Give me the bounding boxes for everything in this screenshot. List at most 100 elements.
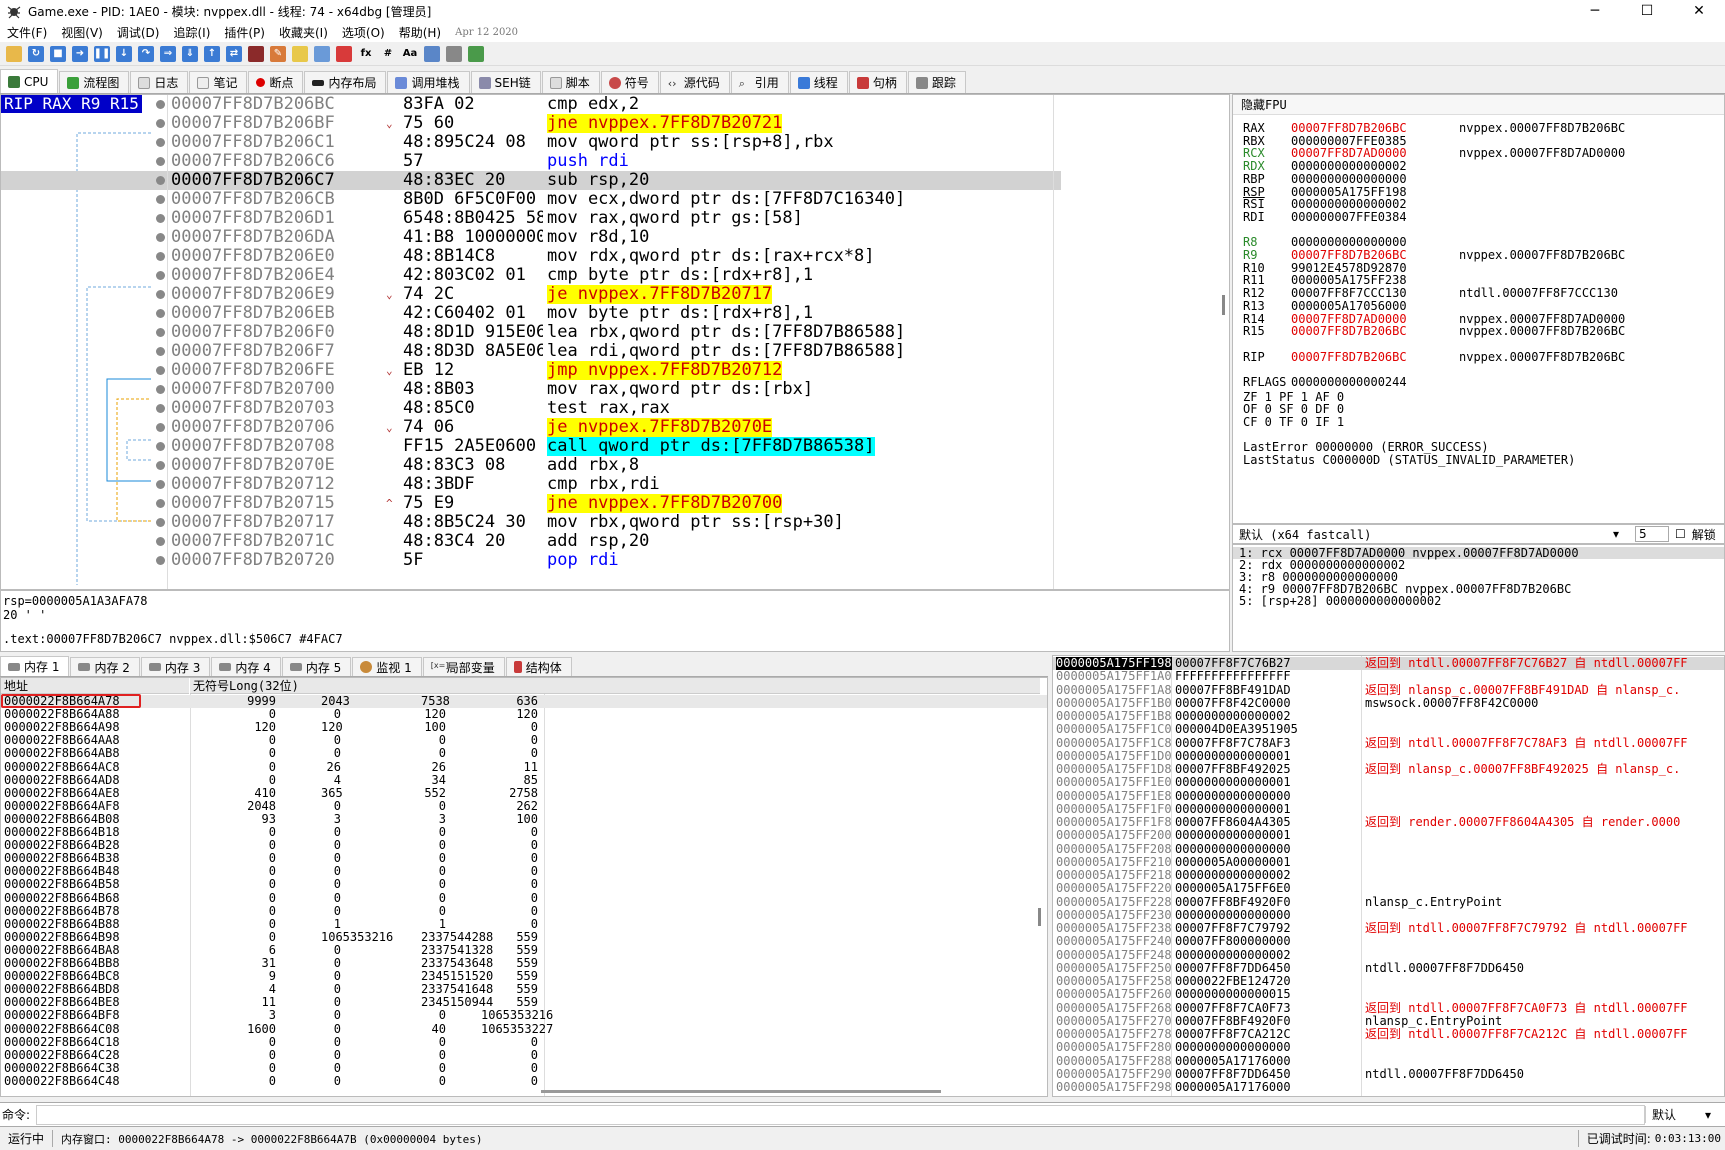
calculator-icon[interactable]	[424, 45, 440, 62]
tab-struct[interactable]: 结构体	[505, 657, 572, 676]
stack-row[interactable]: 0000005A175FF238 00007FF8F7C79792 返回到 ntdl…	[1053, 922, 1724, 935]
dump-row[interactable]: 0000022F8B664C38 0 0 0 0	[1, 1061, 1047, 1075]
breakpoint-dot[interactable]	[156, 100, 165, 109]
stop-icon[interactable]: ■	[50, 45, 66, 62]
chevron-down-icon[interactable]: ▾	[1613, 527, 1619, 541]
dump-row[interactable]: 0000022F8B664BC8 9 0 2345151520 559	[1, 970, 1047, 983]
stack-row[interactable]: 0000005A175FF1B8 0000000000000002	[1053, 710, 1724, 723]
stack-row[interactable]: 0000005A175FF1D0 0000000000000001	[1053, 749, 1724, 763]
dump-row[interactable]: 0000022F8B664AA8 0 0 0 0	[1, 734, 1047, 747]
label-icon[interactable]	[314, 45, 330, 62]
disasm-row[interactable]: 00007FF8D7B2071C 48:83C4 20 add rsp,20	[1, 532, 1061, 551]
menu-view[interactable]: 视图(V)	[54, 24, 110, 41]
arg-count-spinner[interactable]: 5	[1635, 526, 1670, 542]
dump-hscrollbar[interactable]	[541, 1090, 941, 1093]
run-icon[interactable]: ➜	[72, 45, 88, 62]
breakpoint-dot[interactable]	[156, 328, 165, 337]
stack-row[interactable]: 0000005A175FF250 00007FF8F7DD6450 ntdll.00…	[1053, 961, 1724, 975]
disasm-row[interactable]: 00007FF8D7B20717 48:8B5C24 30 mov rbx,qwor…	[1, 513, 1061, 532]
menu-options[interactable]: 选项(O)	[335, 24, 392, 41]
breakpoint-dot[interactable]	[156, 309, 165, 318]
tab-call-stack[interactable]: 调用堆栈	[387, 71, 470, 93]
breakpoint-dot[interactable]	[156, 442, 165, 451]
dump-row[interactable]: 0000022F8B664B48 0 0 0 0	[1, 865, 1047, 878]
stack-row[interactable]: 0000005A175FF1C8 00007FF8F7C78AF3 返回到 ntdl…	[1053, 736, 1724, 750]
dump-row[interactable]: 0000022F8B664B68 0 0 0 0	[1, 891, 1047, 905]
restart-icon[interactable]: ↻	[28, 45, 44, 62]
tab-notes[interactable]: 笔记	[189, 71, 248, 93]
stack-row[interactable]: 0000005A175FF1E8 0000000000000000	[1053, 789, 1724, 803]
tab-handles[interactable]: 句柄	[848, 71, 907, 93]
register-value[interactable]: 0000000000000244	[1291, 375, 1459, 389]
stack-row[interactable]: 0000005A175FF260 0000000000000015	[1053, 988, 1724, 1001]
stack-row[interactable]: 0000005A175FF1C0 000004D0EA3951905	[1053, 723, 1724, 736]
breakpoint-dot[interactable]	[156, 214, 165, 223]
tab-cpu[interactable]: CPU	[0, 69, 59, 93]
breakpoint-dot[interactable]	[156, 404, 165, 413]
disasm-row[interactable]: 00007FF8D7B206CB 8B0D 6F5C0F00 mov ecx,dwo…	[1, 190, 1061, 209]
dump-row[interactable]: 0000022F8B664B18 0 0 0 0	[1, 826, 1047, 839]
tab-memory-3[interactable]: 内存 3	[140, 657, 211, 676]
stack-row[interactable]: 0000005A175FF1F0 0000000000000001	[1053, 802, 1724, 816]
tab-trace[interactable]: 跟踪	[907, 71, 966, 93]
disasm-scrollbar[interactable]	[1222, 295, 1225, 315]
stack-row[interactable]: 0000005A175FF258 0000022FBE124720	[1053, 975, 1724, 988]
stack-row[interactable]: 0000005A175FF298 0000005A17176000	[1053, 1081, 1724, 1094]
dump-row[interactable]: 0000022F8B664B08 93 3 3 100	[1, 812, 1047, 826]
menu-file[interactable]: 文件(F)	[0, 24, 54, 41]
close-button[interactable]: ✕	[1673, 0, 1725, 22]
disasm-row[interactable]: 00007FF8D7B20700 48:8B03 mov rax,qword ptr…	[1, 380, 1061, 399]
dump-row[interactable]: 0000022F8B664BD8 4 0 2337541648 559	[1, 983, 1047, 996]
tab-symbols[interactable]: 符号	[600, 71, 659, 93]
breakpoint-dot[interactable]	[156, 157, 165, 166]
dump-row[interactable]: 0000022F8B664B98 0 1065353216 2337544288 559	[1, 930, 1047, 944]
tab-breakpoints[interactable]: 断点	[248, 71, 304, 93]
stack-row[interactable]: 0000005A175FF278 00007FF8F7CA212C 返回到 ntdl…	[1053, 1028, 1724, 1041]
stack-view[interactable]: 0000005A175FF198 00007FF8F7C76B27 返回到 ntdl…	[1052, 655, 1725, 1097]
dump-row[interactable]: 0000022F8B664A98 120 120 100 0	[1, 721, 1047, 734]
disasm-row[interactable]: 00007FF8D7B2070E 48:83C3 08 add rbx,8	[1, 456, 1061, 475]
disasm-row[interactable]: 00007FF8D7B20703 48:85C0 test rax,rax	[1, 399, 1061, 418]
disasm-row[interactable]: 00007FF8D7B20708 FF15 2A5E0600 call qword …	[1, 437, 1061, 456]
comment-icon[interactable]	[292, 45, 308, 62]
stack-row[interactable]: 0000005A175FF1A0 FFFFFFFFFFFFFFFF	[1053, 670, 1724, 683]
stack-row[interactable]: 0000005A175FF280 0000000000000000	[1053, 1041, 1724, 1054]
dump-scrollbar[interactable]	[1038, 908, 1041, 926]
dump-row[interactable]: 0000022F8B664AF8 2048 0 0 262	[1, 799, 1047, 813]
dump-row[interactable]: 0000022F8B664B38 0 0 0 0	[1, 852, 1047, 865]
tab-memory-1[interactable]: 内存 1	[0, 656, 70, 676]
disasm-row[interactable]: 00007FF8D7B206C1 48:895C24 08 mov qword pt…	[1, 133, 1061, 152]
stack-row[interactable]: 0000005A175FF270 00007FF8BF4920F0 nlansp_c…	[1053, 1014, 1724, 1028]
disasm-row[interactable]: 00007FF8D7B206E4 42:803C02 01 cmp byte ptr…	[1, 266, 1061, 285]
disasm-row[interactable]: 00007FF8D7B206F7 48:8D3D 8A5E06 lea rdi,qw…	[1, 342, 1061, 361]
breakpoint-dot[interactable]	[156, 347, 165, 356]
disasm-row[interactable]: 00007FF8D7B206C6 57 push rdi	[1, 152, 1061, 171]
dump-row[interactable]: 0000022F8B664AD8 0 4 34 85	[1, 773, 1047, 787]
breakpoint-dot[interactable]	[156, 499, 165, 508]
hash-icon[interactable]: #	[380, 46, 396, 62]
chevron-down-icon[interactable]: ▾	[1705, 1108, 1725, 1122]
breakpoint-dot[interactable]	[156, 556, 165, 565]
stack-row[interactable]: 0000005A175FF228 00007FF8BF4920F0 nlansp_c…	[1053, 895, 1724, 909]
breakpoint-dot[interactable]	[156, 119, 165, 128]
tab-memory-4[interactable]: 内存 4	[211, 657, 281, 676]
stack-row[interactable]: 0000005A175FF268 00007FF8F7CA0F73 返回到 ntdl…	[1053, 1001, 1724, 1015]
disasm-row[interactable]: 00007FF8D7B206C7 48:83EC 20 sub rsp,20	[1, 171, 1061, 190]
disasm-row[interactable]: 00007FF8D7B206F0 48:8D1D 915E06 lea rbx,qw…	[1, 323, 1061, 342]
trace-over-icon[interactable]: ⇓	[182, 45, 198, 62]
dump-row[interactable]: 0000022F8B664BB8 31 0 2337543648 559	[1, 957, 1047, 970]
stack-row[interactable]: 0000005A175FF1B0 00007FF8F42C0000 mswsock.…	[1053, 696, 1724, 710]
bookmark-icon[interactable]	[336, 45, 352, 62]
stack-row[interactable]: 0000005A175FF210 0000005A00000001	[1053, 855, 1724, 869]
stack-row[interactable]: 0000005A175FF218 0000000000000002	[1053, 869, 1724, 882]
stack-row[interactable]: 0000005A175FF240 00007FF800000000	[1053, 935, 1724, 948]
breakpoint-dot[interactable]	[156, 518, 165, 527]
disasm-row[interactable]: 00007FF8D7B206E9 ⌄ 74 2C je nvppex.7FF8D7B2…	[1, 285, 1061, 304]
register-row[interactable]: RFLAGS 0000000000000244	[1243, 375, 1459, 389]
dump-row[interactable]: 0000022F8B664BA8 6 0 2337541328 559	[1, 943, 1047, 957]
flags-row[interactable]: CF 0 TF 0 IF 1	[1243, 415, 1344, 429]
stack-row[interactable]: 0000005A175FF288 0000005A17176000	[1053, 1054, 1724, 1068]
dump-row[interactable]: 0000022F8B664AC8 0 26 26 11	[1, 760, 1047, 774]
tab-graph[interactable]: 流程图	[59, 71, 130, 93]
dump-row[interactable]: 0000022F8B664A88 0 0 120 120	[1, 708, 1047, 721]
